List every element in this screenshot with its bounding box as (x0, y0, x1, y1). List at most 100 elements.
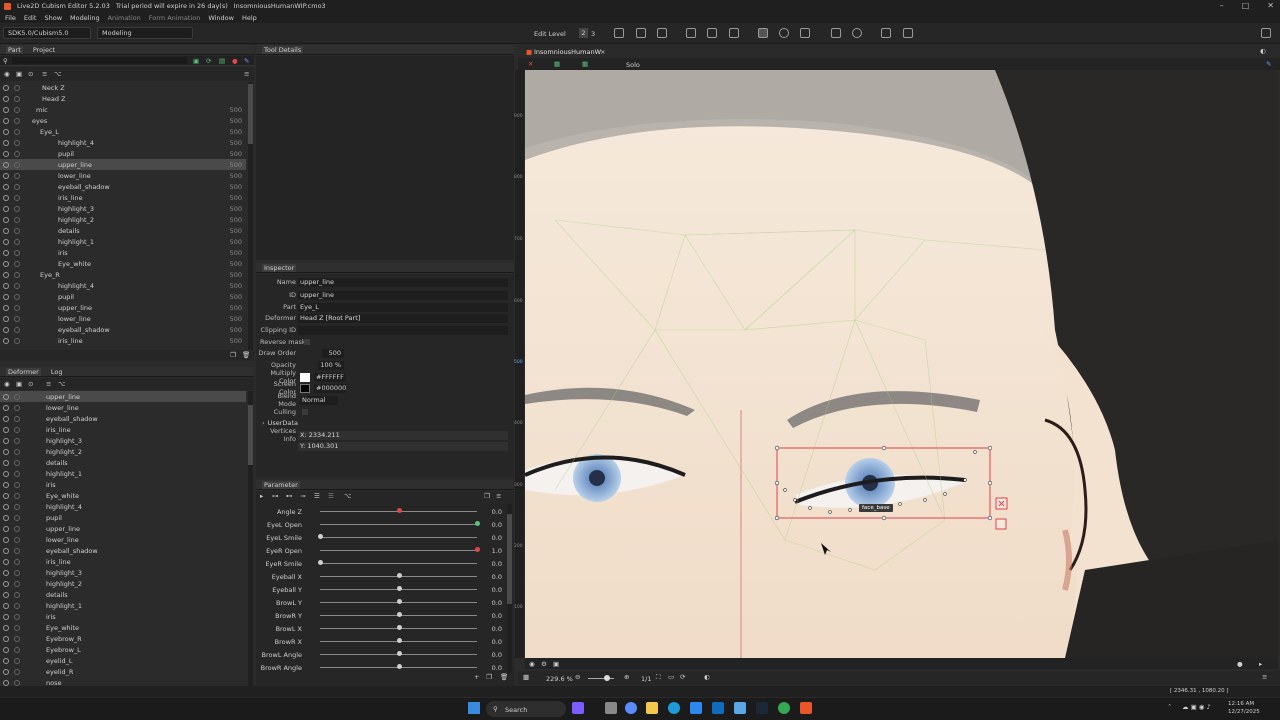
collapse-icon[interactable]: ⊙ (28, 380, 33, 388)
parameter-row[interactable]: Angle Z 0.0 (258, 506, 506, 519)
lock-toggle-icon[interactable] (14, 514, 20, 521)
parameter-knob[interactable] (475, 521, 480, 526)
deformer-tree-row[interactable]: iris_line (0, 556, 246, 567)
zoom-knob[interactable] (604, 675, 610, 681)
list-icon[interactable]: ≡ (42, 70, 47, 78)
lock-toggle-icon[interactable] (14, 459, 20, 466)
glue-icon[interactable] (707, 28, 717, 38)
part-tree-row[interactable]: eyeball_shadow 500 (0, 324, 246, 335)
folder-icon[interactable]: ▤ (219, 57, 225, 65)
app-icon[interactable] (734, 702, 746, 714)
parameter-slider[interactable] (320, 537, 477, 538)
visibility-toggle-icon[interactable] (3, 194, 9, 201)
visibility-toggle-icon[interactable] (3, 459, 9, 466)
store-icon[interactable] (690, 702, 702, 714)
palette-icon[interactable]: ◐ (1260, 47, 1266, 55)
parameter-knob[interactable] (396, 638, 402, 643)
toggle-icon[interactable]: ◐ (704, 673, 710, 681)
lock-toggle-icon[interactable] (14, 139, 20, 146)
parameter-knob[interactable] (475, 547, 480, 552)
visibility-toggle-icon[interactable] (3, 646, 9, 653)
clipping-id-field[interactable] (298, 325, 508, 335)
deformer-tree-row[interactable]: pupil (0, 512, 246, 523)
tray-chevron-icon[interactable]: ˄ (1168, 703, 1171, 711)
id-field[interactable]: upper_line (298, 290, 508, 300)
part-tree-row[interactable]: iris_line 500 (0, 192, 246, 203)
pin-icon[interactable] (881, 28, 891, 38)
lock-toggle-icon[interactable] (14, 227, 20, 234)
parameter-row[interactable]: BrowR Angle 0.0 (258, 662, 506, 675)
sdk-select[interactable]: SDK5.0/Cubism5.0 (3, 27, 91, 39)
live2d-taskbar-icon[interactable] (800, 702, 812, 714)
parameter-scrollbar[interactable] (507, 504, 512, 674)
parameter-value[interactable]: 0.0 (484, 638, 502, 646)
menu-show[interactable]: Show (44, 14, 62, 22)
collapse-icon[interactable]: ⊙ (28, 70, 33, 78)
palette-icon[interactable] (1261, 28, 1271, 38)
tab-log[interactable]: Log (49, 368, 65, 376)
part-tree-row[interactable]: upper_line 500 (0, 302, 246, 313)
deform-tool-icon[interactable] (636, 28, 646, 38)
part-tree-row[interactable]: iris_line 500 (0, 335, 246, 346)
lock-toggle-icon[interactable] (14, 337, 20, 344)
lock-toggle-icon[interactable] (14, 326, 20, 333)
image-icon[interactable]: ▣ (553, 660, 559, 668)
close-tab-icon[interactable]: × (600, 48, 605, 56)
visibility-toggle-icon[interactable] (3, 635, 9, 642)
visibility-toggle-icon[interactable] (3, 591, 9, 598)
parameter-row[interactable]: Eyeball Y 0.0 (258, 584, 506, 597)
mode-select[interactable]: Modeling (97, 27, 193, 39)
key-add-icon[interactable]: ⊶ (272, 492, 279, 500)
menu-icon[interactable]: ≡ (1262, 673, 1267, 681)
parameter-value[interactable]: 0.0 (484, 573, 502, 581)
checker-icon[interactable]: ▩ (523, 673, 529, 681)
lock-toggle-icon[interactable] (14, 591, 20, 598)
deformer-scrollbar[interactable] (248, 391, 253, 686)
parameter-value[interactable]: 0.0 (484, 560, 502, 568)
deformer-tree-row[interactable]: nose (0, 677, 246, 686)
menu-animation[interactable]: Animation (108, 14, 141, 22)
visibility-toggle-icon[interactable] (3, 668, 9, 675)
pen-icon[interactable]: ✎ (1266, 60, 1271, 68)
hierarchy-icon[interactable]: ⌥ (54, 70, 62, 78)
deformer-tree-row[interactable]: lower_line (0, 402, 246, 413)
expand-icon[interactable]: › (262, 419, 265, 427)
hierarchy-icon[interactable]: ⌥ (58, 380, 66, 388)
list-icon[interactable]: ≡ (46, 380, 51, 388)
lasso-icon[interactable] (779, 28, 789, 38)
lock-toggle-icon[interactable] (14, 194, 20, 201)
lock-icon[interactable]: ▣ (16, 70, 22, 78)
lock-toggle-icon[interactable] (14, 271, 20, 278)
parameter-row[interactable]: BrowL Angle 0.0 (258, 649, 506, 662)
copy-icon[interactable]: ❐ (486, 673, 492, 681)
deformer-tree-row[interactable]: details (0, 457, 246, 468)
lock-toggle-icon[interactable] (14, 150, 20, 157)
list-icon[interactable]: ☰ (314, 492, 320, 500)
canvas-icon[interactable]: ✕ (528, 60, 533, 68)
lock-toggle-icon[interactable] (14, 106, 20, 113)
solo-toggle[interactable]: Solo (626, 61, 640, 69)
edge-icon[interactable] (668, 702, 680, 714)
visibility-toggle-icon[interactable] (3, 260, 9, 267)
remove-icon[interactable]: ● (232, 57, 238, 65)
deformer-tree-row[interactable]: highlight_3 (0, 435, 246, 446)
lock-toggle-icon[interactable] (14, 315, 20, 322)
trash-icon[interactable]: 🗑 (242, 351, 250, 359)
part-tree-row[interactable]: Eye_R 500 (0, 269, 246, 280)
lock-toggle-icon[interactable] (14, 503, 20, 510)
parameter-value[interactable]: 0.0 (484, 586, 502, 594)
visibility-toggle-icon[interactable] (3, 128, 9, 135)
visibility-toggle-icon[interactable] (3, 558, 9, 565)
deformer-tree-row[interactable]: Eye_white (0, 490, 246, 501)
mesh-tool-icon[interactable] (614, 28, 624, 38)
lock-toggle-icon[interactable] (14, 183, 20, 190)
screen-swatch[interactable] (300, 383, 310, 393)
visibility-toggle-icon[interactable] (3, 337, 9, 344)
key-remove-icon[interactable]: ⊸ (300, 492, 305, 500)
lock-toggle-icon[interactable] (14, 282, 20, 289)
deformer-tree-row[interactable]: iris (0, 479, 246, 490)
part-tree-row[interactable]: Eye_L 500 (0, 126, 246, 137)
deformer-tree-row[interactable]: highlight_1 (0, 600, 246, 611)
visibility-toggle-icon[interactable] (3, 437, 9, 444)
deformer-tree-row[interactable]: iris (0, 611, 246, 622)
